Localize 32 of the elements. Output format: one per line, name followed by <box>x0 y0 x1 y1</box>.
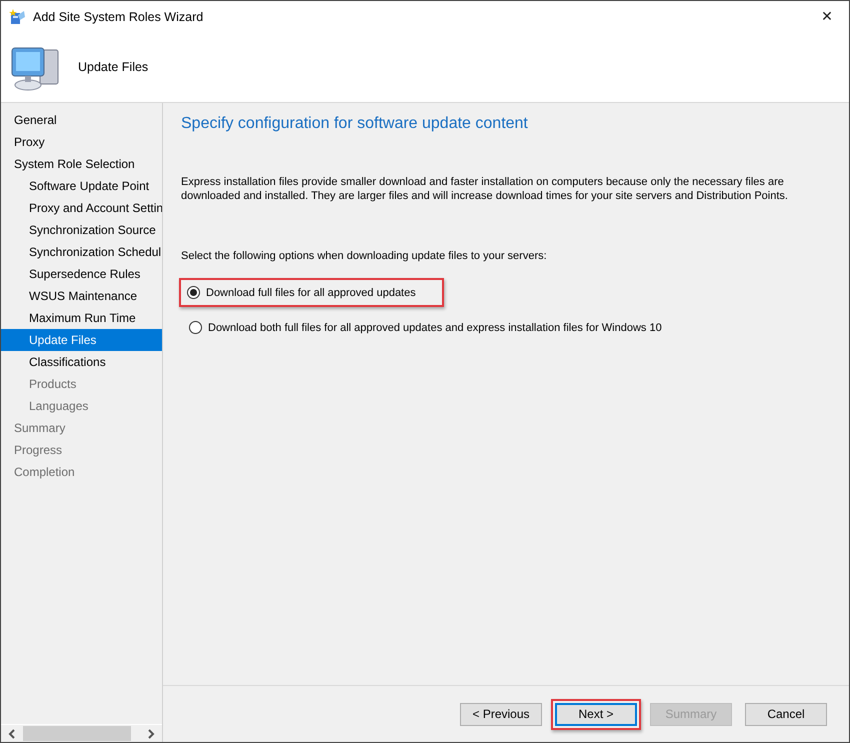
sidebar-item[interactable]: General <box>1 109 162 131</box>
scroll-right-icon[interactable] <box>146 728 156 738</box>
sidebar-item[interactable]: System Role Selection <box>1 153 162 175</box>
window-title: Add Site System Roles Wizard <box>33 10 204 24</box>
sidebar-item[interactable]: Synchronization Source <box>1 219 162 241</box>
sidebar-item[interactable]: Update Files <box>1 329 162 351</box>
section-heading: Specify configuration for software update content <box>181 115 529 133</box>
wizard-button[interactable]: Next > <box>555 702 637 726</box>
wizard-icon <box>9 8 27 26</box>
wizard-button[interactable]: Cancel <box>745 702 827 726</box>
option-label: Download full files for all approved updates <box>206 286 416 298</box>
wizard-button[interactable]: < Previous <box>460 702 542 726</box>
sidebar-item[interactable]: WSUS Maintenance <box>1 285 162 307</box>
horizontal-scrollbar[interactable] <box>1 724 162 742</box>
option-label: Download both full files for all approved updates and express installation files for Windows 10 <box>208 322 662 334</box>
sidebar-item[interactable]: Synchronization Schedul <box>1 241 162 263</box>
sidebar-item[interactable]: Proxy and Account Settin <box>1 197 162 219</box>
radio-button[interactable] <box>189 321 202 334</box>
description-text: Express installation files provide smaller download and faster installation on computers because only the necessary files are downloaded and installed. They are larger files and will increase download times for your site servers and Distribution Points. <box>181 175 789 203</box>
scroll-left-icon[interactable] <box>7 728 17 738</box>
radio-option[interactable]: Download full files for all approved updates <box>187 286 416 299</box>
sidebar-item[interactable]: Maximum Run Time <box>1 307 162 329</box>
radio-button[interactable] <box>187 286 200 299</box>
sidebar-item[interactable]: Supersedence Rules <box>1 263 162 285</box>
options-prompt: Select the following options when downloading update files to your servers: <box>181 250 548 262</box>
scrollbar-thumb[interactable] <box>23 726 131 741</box>
page-title: Update Files <box>78 60 148 74</box>
sidebar-item[interactable]: Classifications <box>1 351 162 373</box>
radio-option[interactable]: Download both full files for all approved updates and express installation files for Windows 10 <box>189 321 831 334</box>
sidebar-item[interactable]: Proxy <box>1 131 162 153</box>
close-button[interactable]: ✕ <box>805 2 849 32</box>
sidebar-item[interactable]: Software Update Point <box>1 175 162 197</box>
